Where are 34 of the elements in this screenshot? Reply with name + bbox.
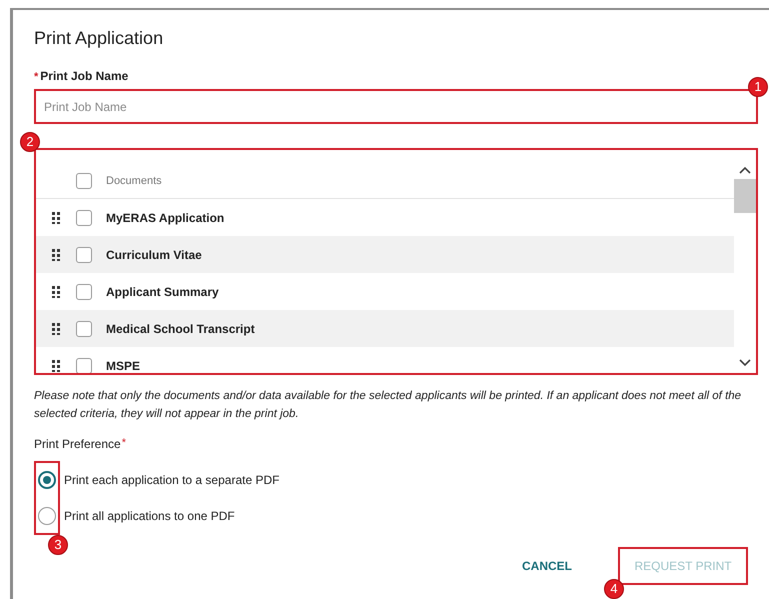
callout-badge: 3 — [48, 535, 68, 555]
document-name: Medical School Transcript — [106, 322, 255, 336]
callout-badge: 4 — [604, 579, 624, 599]
document-name: MyERAS Application — [106, 210, 224, 224]
document-name: Applicant Summary — [106, 284, 219, 298]
required-mark: * — [34, 71, 38, 83]
drag-handle-icon[interactable] — [52, 286, 60, 298]
document-name: Curriculum Vitae — [106, 248, 202, 262]
radio-label[interactable]: Print all applications to one PDF — [64, 507, 280, 525]
scroll-up-icon[interactable] — [739, 166, 751, 174]
checkbox[interactable] — [76, 320, 92, 336]
callout-badge: 2 — [20, 132, 40, 152]
callout-badge: 1 — [748, 77, 768, 97]
drag-handle-icon[interactable] — [52, 322, 60, 334]
document-name: MSPE — [106, 358, 140, 372]
note-text: Please note that only the documents and/or data available for the selected applicants will be printed. If an applicant does not meet all of the selected criteria, they will not appear in the print job. — [34, 389, 742, 422]
scrollbar-thumb[interactable] — [734, 179, 756, 213]
drag-handle-icon[interactable] — [52, 360, 60, 372]
checkbox[interactable] — [76, 358, 92, 373]
radio-button[interactable] — [38, 471, 56, 489]
required-mark: * — [122, 437, 126, 451]
checkbox[interactable] — [76, 210, 92, 226]
checkbox[interactable] — [76, 173, 92, 189]
dialog-title: Print Application — [34, 28, 164, 49]
drag-handle-icon[interactable] — [52, 212, 60, 224]
radio-label[interactable]: Print each application to a separate PDF — [64, 471, 280, 489]
checkbox[interactable] — [76, 284, 92, 300]
field-label: Print Job Name — [40, 69, 128, 83]
section-label: Print Preference — [34, 437, 121, 451]
column-header: Documents — [106, 175, 162, 187]
scroll-down-icon[interactable] — [739, 359, 751, 367]
drag-handle-icon[interactable] — [52, 248, 60, 260]
radio-button[interactable] — [38, 507, 56, 525]
checkbox[interactable] — [76, 246, 92, 262]
